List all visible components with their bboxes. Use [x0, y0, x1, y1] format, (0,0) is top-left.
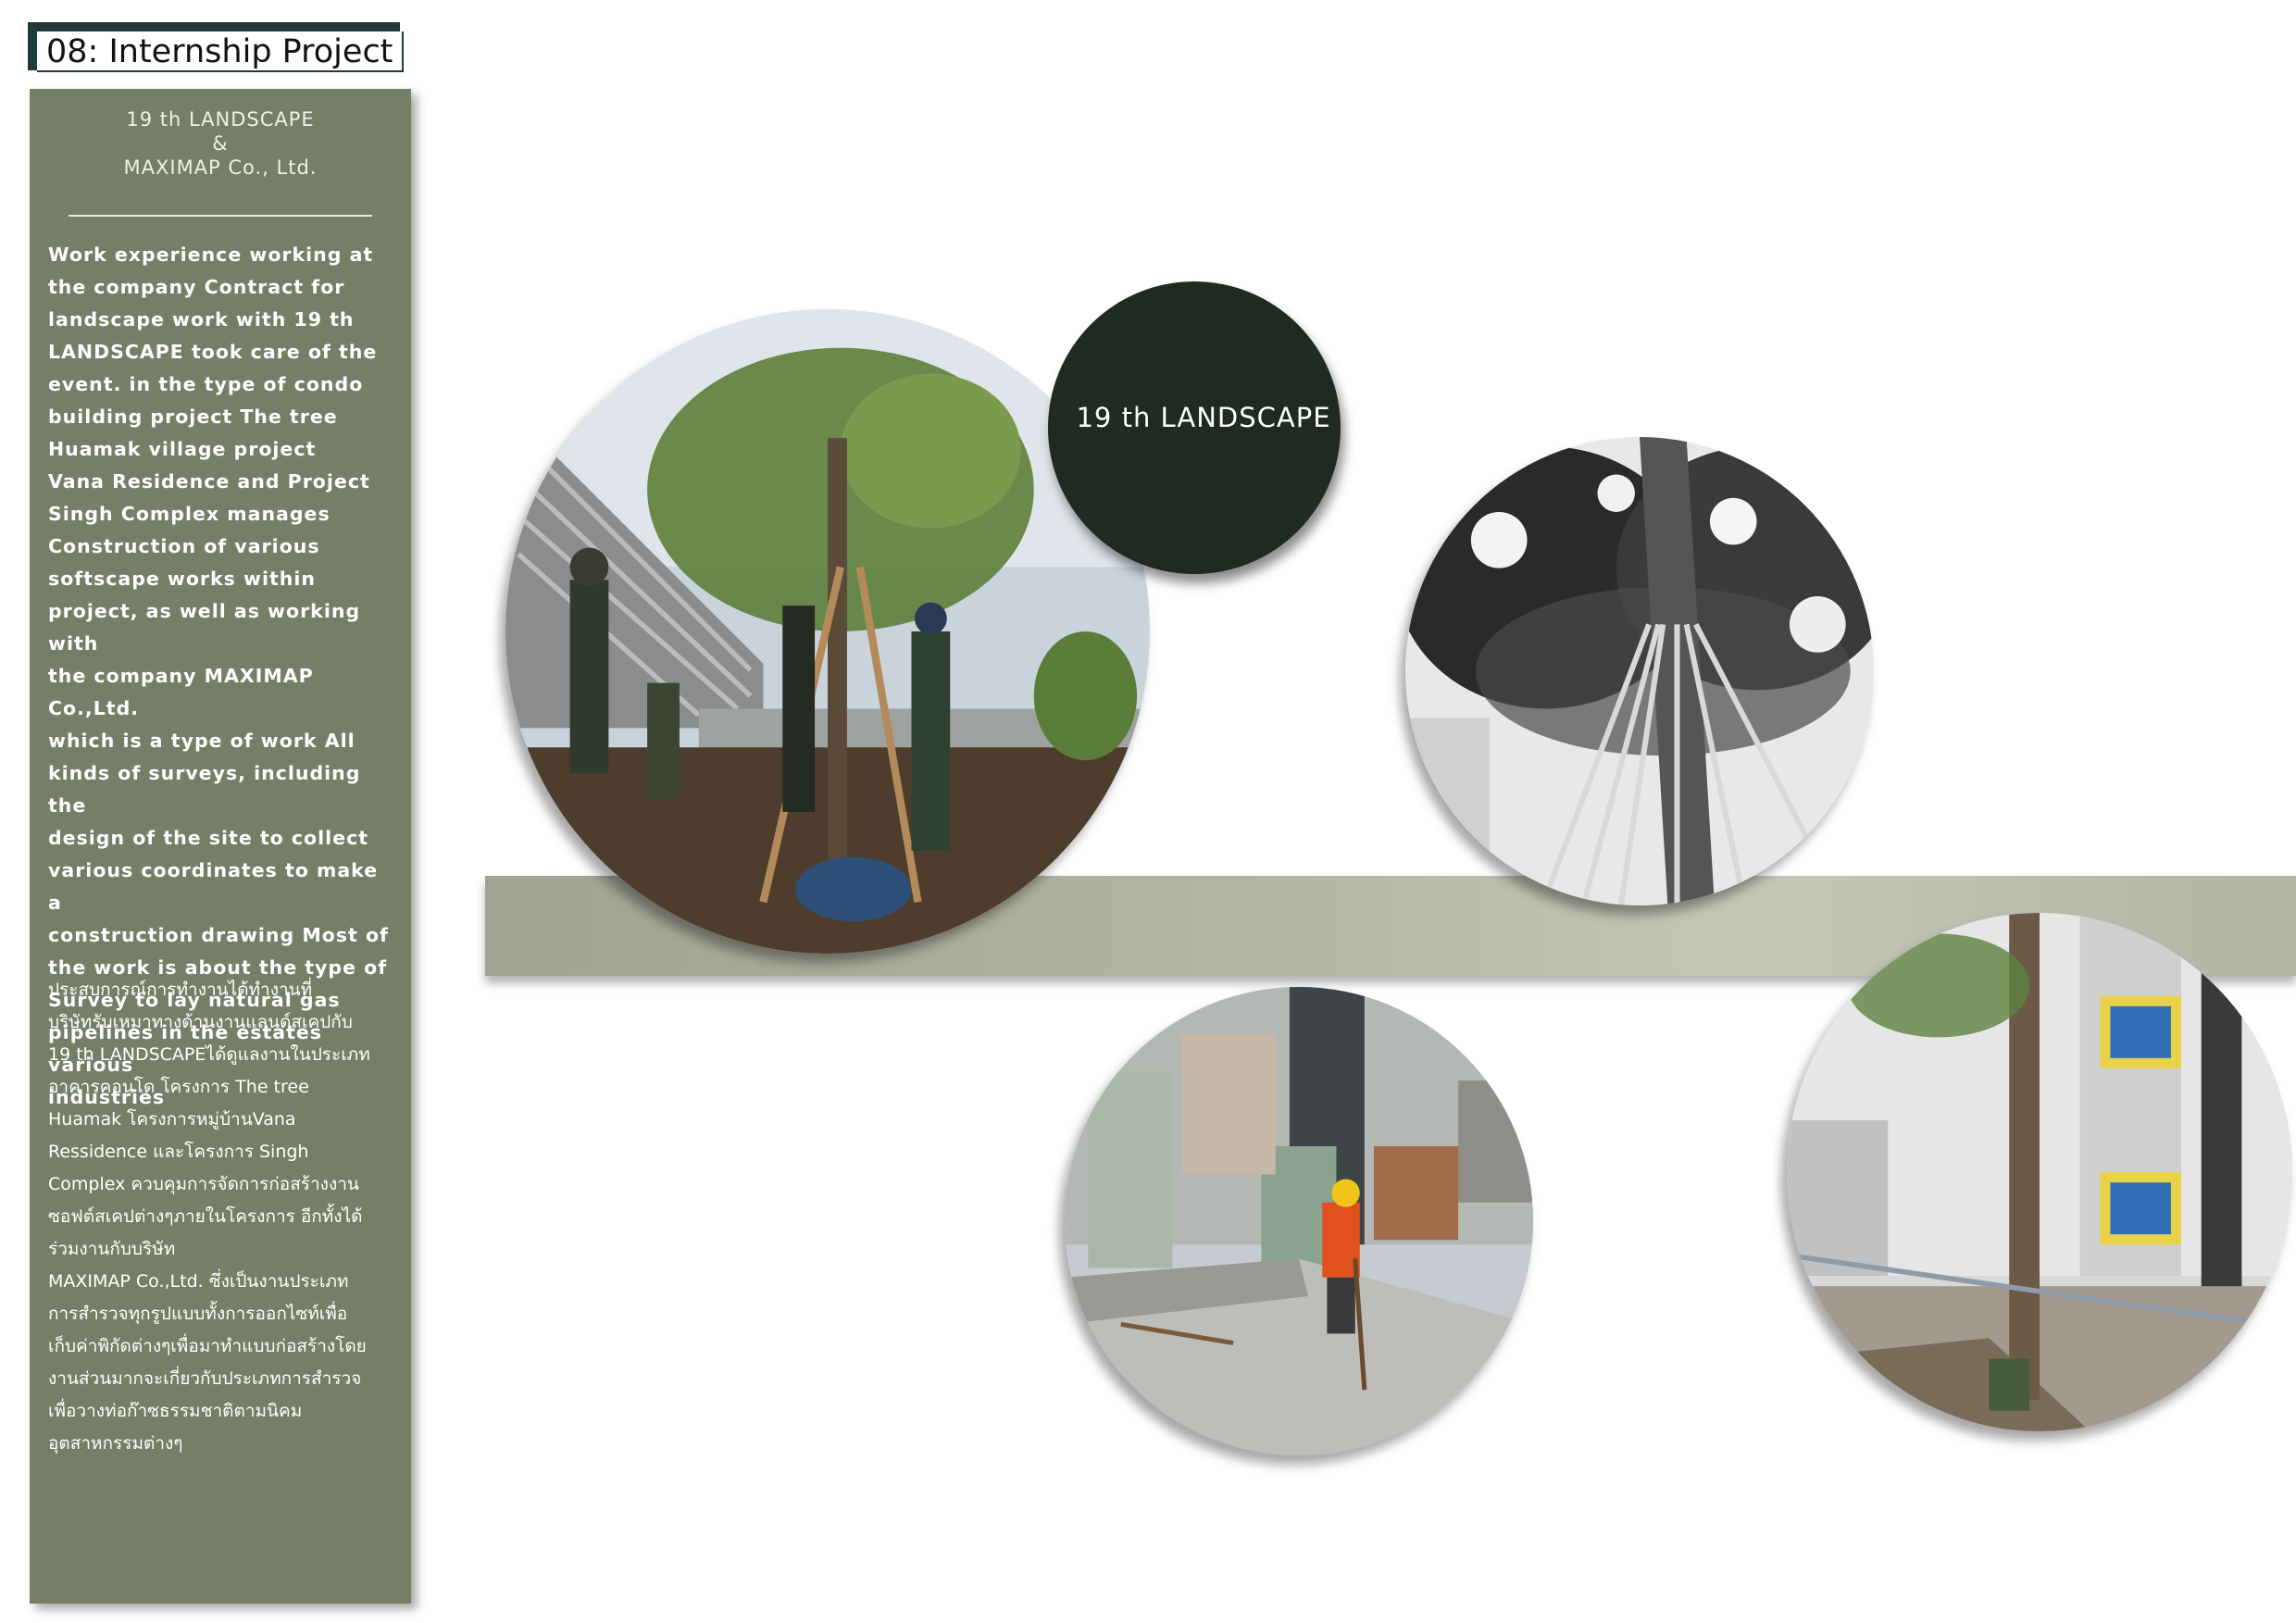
badge-label: 19 th LANDSCAPE	[1076, 402, 1331, 433]
photo-building-tree	[1787, 913, 2292, 1431]
sidebar-divider	[69, 215, 372, 217]
title-accent-bar	[28, 22, 400, 31]
company-ampersand: &	[212, 132, 229, 155]
title-accent-edge	[28, 22, 37, 70]
photo-rooftop-worker	[1065, 987, 1533, 1455]
company-name-2: MAXIMAP Co., Ltd.	[123, 156, 318, 179]
company-heading: 19 th LANDSCAPE & MAXIMAP Co., Ltd.	[30, 107, 411, 180]
photo-bw-tree	[1405, 437, 1874, 905]
thai-description: ประสบการณ์การทำงานได้ทำงานที่ บริษัทรับเ…	[48, 980, 370, 1454]
page-title: 08: Internship Project	[37, 31, 404, 72]
sidebar-panel: 19 th LANDSCAPE & MAXIMAP Co., Ltd. Work…	[30, 89, 411, 1604]
company-name-1: 19 th LANDSCAPE	[126, 108, 315, 131]
